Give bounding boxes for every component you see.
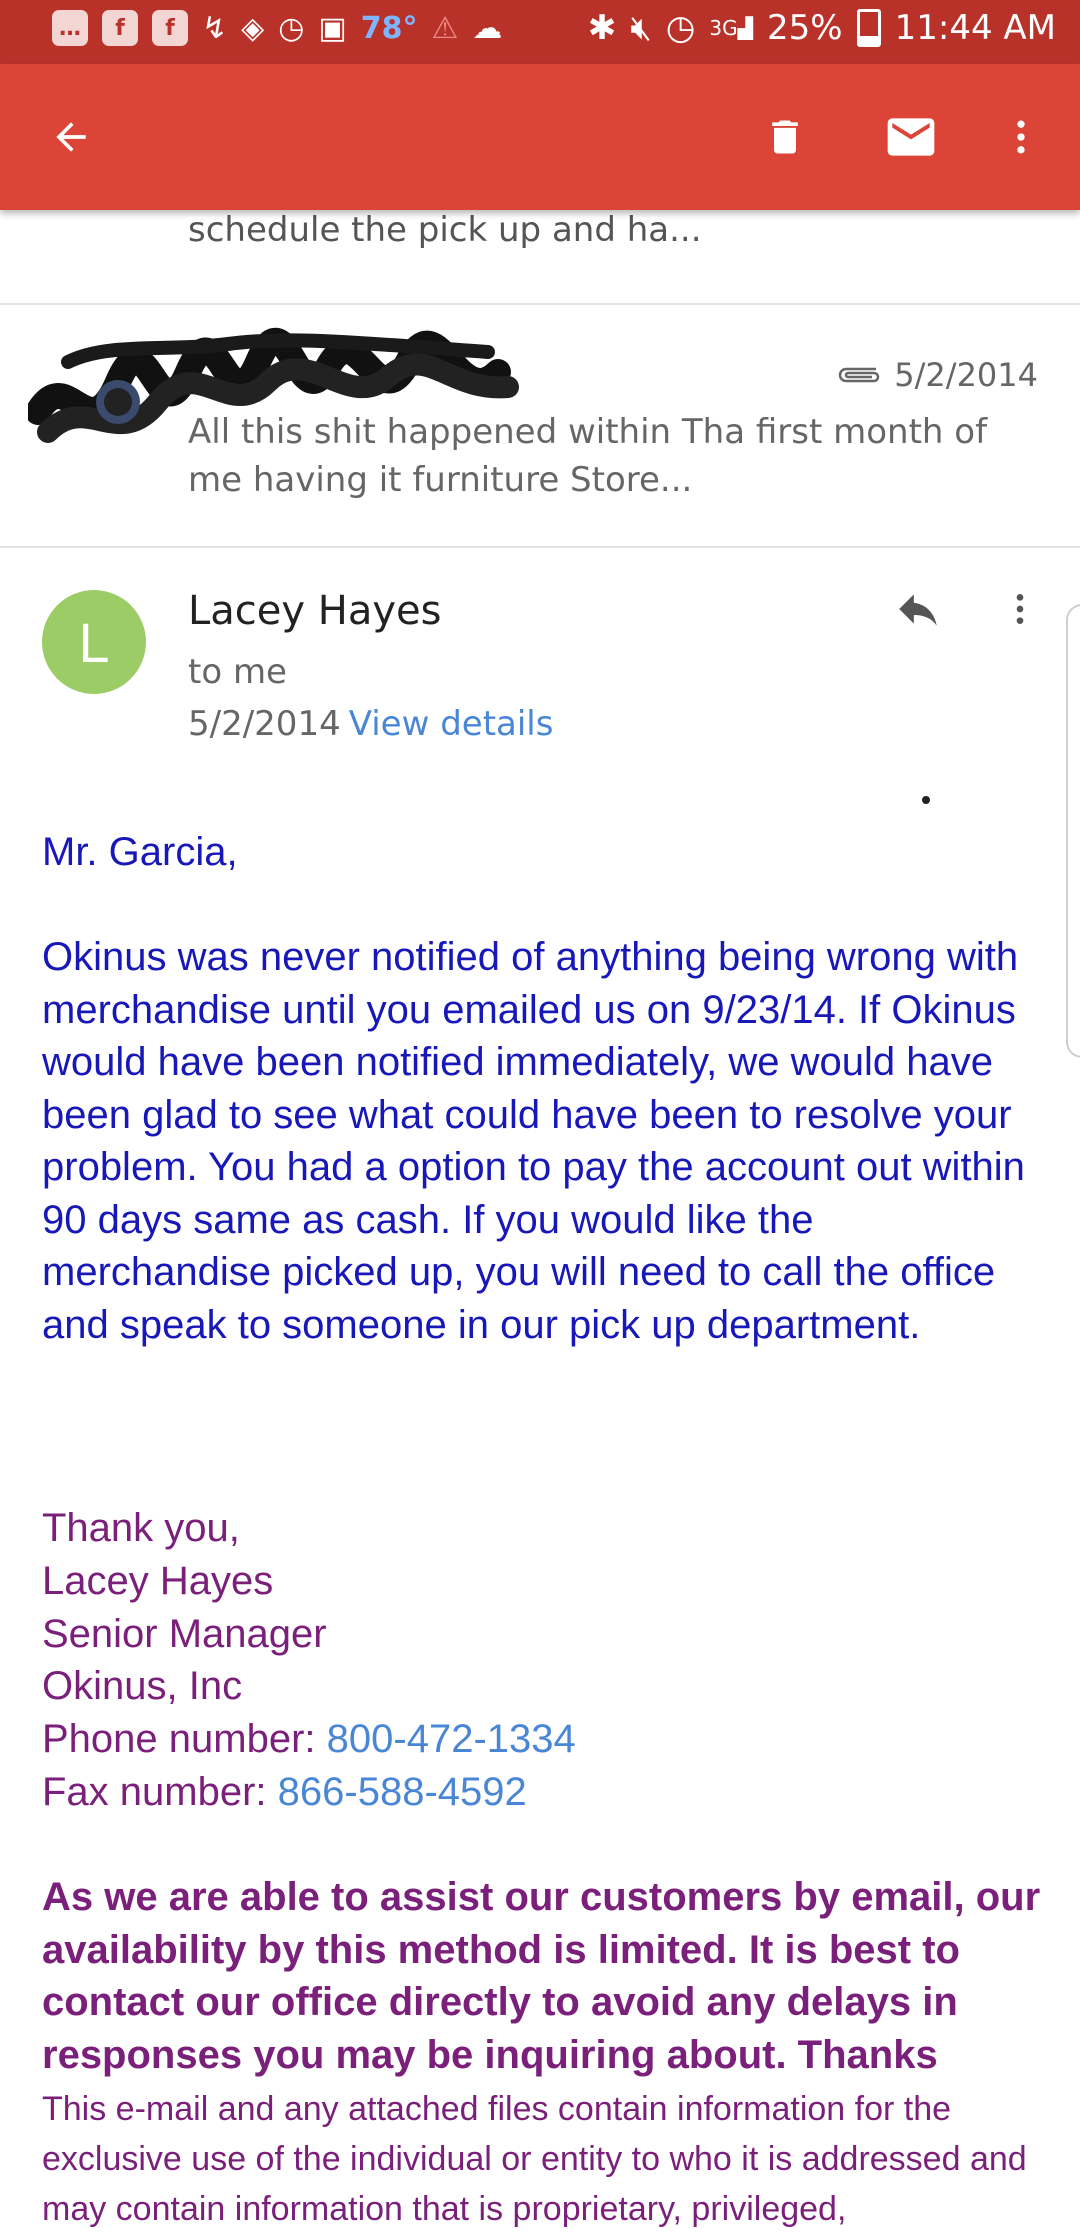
more-options-button[interactable] (986, 102, 1056, 172)
system-icons: ✱ 🔇︎ ◷ 3G▟ 25% 11:44 AM (588, 8, 1056, 48)
sender-name: Lacey Hayes (188, 588, 442, 634)
facebook-icon-2: f (152, 10, 188, 46)
mute-icon: 🔇︎ (630, 8, 652, 48)
bluetooth-icon: ✱ (587, 8, 617, 48)
collapsed-message-snippet: All this shit happened within Tha first … (188, 412, 988, 500)
notification-icons: … f f ↯ ◈ ◷ ▣ 78° ⚠ ☁ (52, 10, 502, 46)
scroll-edge-indicator (1066, 604, 1080, 1058)
missed-call-icon: ↯ (202, 10, 228, 46)
signature: Thank you, Lacey Hayes Senior Manager Ok… (42, 1502, 1052, 1819)
trash-icon (772, 120, 798, 154)
delete-button[interactable] (750, 102, 820, 172)
arrow-back-icon (56, 122, 86, 152)
view-details-link[interactable]: View details (349, 704, 554, 744)
alarm-icon: ◷ (278, 10, 305, 46)
signature-phone: Phone number: 800-472-1334 (42, 1713, 1052, 1766)
facebook-icon: f (102, 10, 138, 46)
more-vertical-icon (1016, 594, 1024, 624)
reply-icon (899, 594, 937, 626)
reply-button[interactable] (890, 584, 960, 644)
weather-icon: ☁ (472, 10, 503, 46)
phone-link[interactable]: 800-472-1334 (327, 1717, 576, 1761)
phone-label: Phone number: (42, 1717, 327, 1762)
fax-label: Fax number: (42, 1769, 278, 1814)
message-more-button[interactable] (1000, 584, 1050, 644)
mark-unread-button[interactable] (876, 102, 946, 172)
collapsed-date-text: 5/2/2014 (894, 356, 1038, 394)
greeting: Mr. Garcia, (42, 830, 238, 874)
battery-percent: 25% (767, 8, 843, 48)
clock: 11:44 AM (894, 8, 1056, 48)
app-bar (0, 64, 1080, 210)
envelope-icon (887, 118, 935, 156)
collapsed-message-date: 5/2/2014 (834, 356, 1038, 394)
temperature: 78° (360, 10, 418, 46)
warning-icon: ⚠ (431, 10, 459, 46)
signature-company: Okinus, Inc (42, 1664, 243, 1709)
body-paragraph: Okinus was never notified of anything be… (42, 935, 1025, 1347)
signature-fax: Fax number: 866-588-4592 (42, 1766, 1052, 1819)
status-bar: … f f ↯ ◈ ◷ ▣ 78° ⚠ ☁ ✱ 🔇︎ ◷ 3G▟ 25% 11:… (0, 0, 1080, 64)
alarm-status-icon: ◷ (665, 8, 696, 48)
avatar[interactable]: L (42, 590, 146, 694)
battery-icon (856, 9, 881, 47)
divider (0, 303, 1080, 305)
divider (0, 546, 1080, 548)
signature-closing: Thank you, (42, 1506, 240, 1550)
legal-disclaimer: This e-mail and any attached files conta… (42, 2090, 1027, 2228)
back-button[interactable] (36, 102, 106, 172)
dot-mark (922, 796, 930, 804)
attachment-icon (839, 367, 880, 383)
tag-icon: ◈ (241, 10, 265, 46)
signature-name: Lacey Hayes (42, 1558, 274, 1603)
message-date-text: 5/2/2014 (188, 704, 341, 744)
messages-icon: … (52, 10, 88, 46)
signature-title: Senior Manager (42, 1611, 327, 1656)
previous-message-snippet[interactable]: schedule the pick up and ha... (188, 210, 702, 250)
signal-icon: 3G▟ (709, 16, 754, 40)
recipient-label: to me (188, 652, 287, 692)
image-icon: ▣ (318, 10, 347, 46)
availability-notice: As we are able to assist our customers b… (42, 1875, 1041, 2077)
more-vertical-icon (1017, 120, 1025, 154)
fax-link[interactable]: 866-588-4592 (278, 1770, 527, 1814)
network-type: 3G (709, 16, 738, 40)
message-date: 5/2/2014 View details (188, 704, 553, 744)
